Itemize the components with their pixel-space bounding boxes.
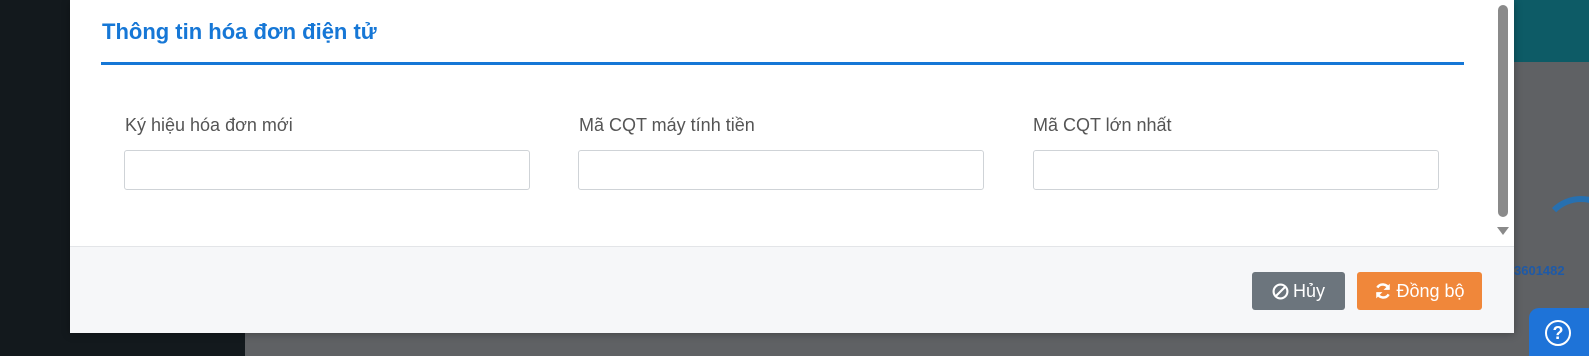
question-circle-icon: ?	[1545, 320, 1571, 346]
max-cqt-code-input[interactable]	[1033, 150, 1439, 190]
invoice-sync-modal: Thông tin hóa đơn điện tử Ký hiệu hóa đơ…	[70, 0, 1514, 333]
title-divider	[101, 62, 1464, 65]
sync-button[interactable]: Đồng bộ	[1357, 272, 1482, 310]
cqt-cash-register-code-label: Mã CQT máy tính tiền	[579, 115, 755, 135]
background-number: 3601482	[1514, 263, 1565, 278]
modal-footer: Hủy Đồng bộ	[70, 246, 1514, 333]
scroll-down-arrow-icon[interactable]	[1497, 227, 1509, 235]
cancel-button[interactable]: Hủy	[1252, 272, 1345, 310]
new-invoice-symbol-input[interactable]	[124, 150, 530, 190]
max-cqt-code-label: Mã CQT lớn nhất	[1033, 115, 1172, 135]
new-invoice-symbol-label: Ký hiệu hóa đơn mới	[125, 115, 293, 135]
modal-body: Thông tin hóa đơn điện tử Ký hiệu hóa đơ…	[70, 0, 1514, 246]
background-header-block	[1510, 0, 1589, 62]
sync-label: Đồng bộ	[1396, 280, 1465, 301]
vertical-scrollbar-thumb[interactable]	[1498, 5, 1508, 217]
help-button[interactable]: ?	[1529, 308, 1589, 356]
section-title: Thông tin hóa đơn điện tử	[102, 19, 377, 44]
refresh-icon	[1376, 283, 1391, 299]
cancel-label: Hủy	[1292, 280, 1325, 301]
cqt-cash-register-code-input[interactable]	[578, 150, 984, 190]
ban-icon	[1272, 283, 1289, 299]
